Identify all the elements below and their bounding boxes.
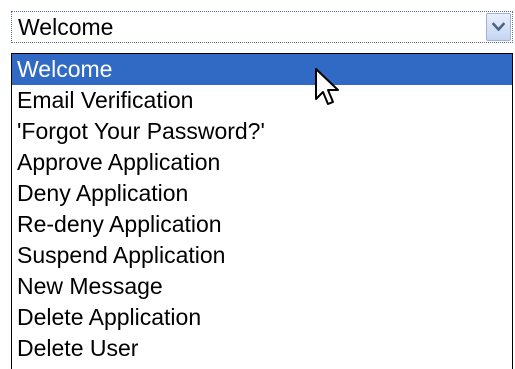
dropdown-option[interactable]: New Message [12, 271, 512, 302]
dropdown-option[interactable]: Welcome [12, 54, 512, 85]
dropdown-option[interactable]: Suspend Application [12, 240, 512, 271]
dropdown-option[interactable]: Delete User [12, 333, 512, 364]
dropdown-option[interactable]: Re-deny Application [12, 209, 512, 240]
select-value: Welcome [18, 14, 114, 40]
dropdown-option[interactable]: 'Forgot Your Password?' [12, 116, 512, 147]
chevron-down-icon [492, 22, 505, 32]
dropdown-option[interactable]: Deny Application [12, 178, 512, 209]
template-select[interactable]: Welcome [11, 11, 513, 43]
dropdown-option[interactable]: Email Verification [12, 85, 512, 116]
dropdown-option[interactable]: Approve Application [12, 147, 512, 178]
dropdown-list: Welcome Email Verification 'Forgot Your … [11, 53, 513, 369]
mouse-pointer-icon [315, 68, 339, 105]
dropdown-arrow-button[interactable] [486, 13, 511, 41]
dropdown-option[interactable]: Delete Application [12, 302, 512, 333]
